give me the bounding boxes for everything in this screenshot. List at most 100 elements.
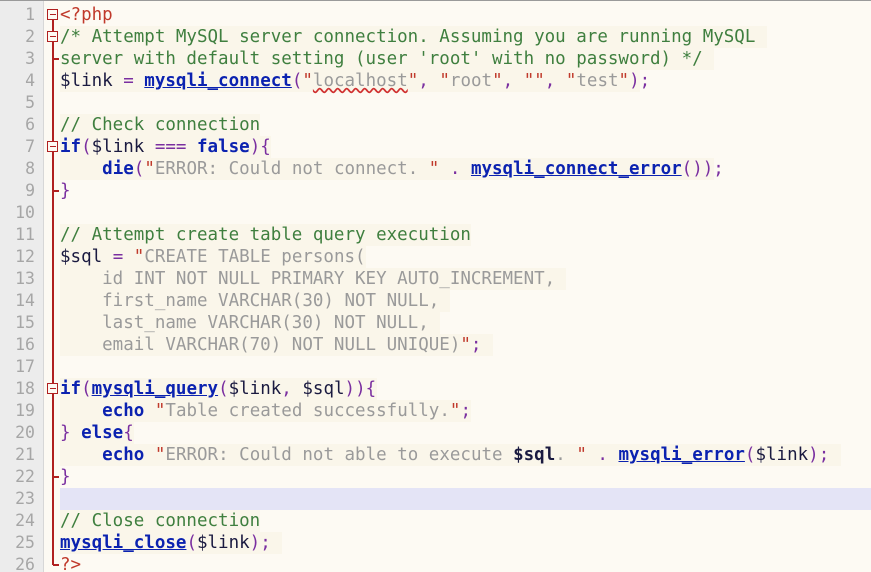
code-token: // Close connection xyxy=(60,511,261,531)
code-token: . xyxy=(555,445,577,465)
code-token: . xyxy=(439,159,471,179)
code-token: ; xyxy=(470,335,482,355)
line-number: 6 xyxy=(25,115,35,134)
code-line[interactable]: /* Attempt MySQL server connection. Assu… xyxy=(60,26,871,48)
code-line[interactable] xyxy=(60,356,871,378)
code-line[interactable]: if($link === false){ xyxy=(60,136,871,158)
code-line[interactable]: echo "Table created successfully."; xyxy=(60,400,871,422)
line-number: 5 xyxy=(25,93,35,112)
fold-collapse-icon[interactable] xyxy=(47,383,58,394)
code-token: localhost xyxy=(312,71,408,91)
code-token: server with default setting (user 'root'… xyxy=(60,49,703,69)
line-number: 13 xyxy=(15,269,35,288)
code-line[interactable]: // Check connection xyxy=(60,114,871,136)
code-token: ); xyxy=(629,71,651,91)
code-token: " xyxy=(449,401,461,421)
code-token: } xyxy=(60,423,82,443)
fold-end-icon xyxy=(53,58,59,60)
line-number: 20 xyxy=(15,423,35,442)
code-token: " xyxy=(460,335,471,355)
code-line[interactable]: $sql = "CREATE TABLE persons( xyxy=(60,246,871,268)
fold-end-icon xyxy=(53,476,59,478)
code-token: " xyxy=(492,71,503,91)
code-token: false xyxy=(197,137,250,157)
code-line[interactable]: mysqli_close($link); xyxy=(60,532,871,554)
code-line[interactable]: first_name VARCHAR(30) NOT NULL, xyxy=(60,290,871,312)
line-number: 26 xyxy=(15,555,35,572)
code-token: echo xyxy=(102,445,145,465)
code-line[interactable]: die("ERROR: Could not connect. " . mysql… xyxy=(60,158,871,180)
line-number: 10 xyxy=(15,203,35,222)
code-text-area[interactable]: <?php/* Attempt MySQL server connection.… xyxy=(60,1,871,572)
code-token: $sql xyxy=(513,445,556,465)
code-line[interactable]: $link = mysqli_connect("localhost", "roo… xyxy=(60,70,871,92)
line-number-gutter[interactable]: 1 2 3 4 5 6 7 8 9 10 11 12 13 14 15 16 17 18 19 20 21 22 23 24 2… xyxy=(0,1,44,572)
code-token: email VARCHAR(70) NOT NULL UNIQUE) xyxy=(60,335,461,355)
code-token: ( xyxy=(186,533,197,553)
code-token: ( xyxy=(81,137,92,157)
code-line[interactable] xyxy=(60,202,871,224)
code-token: ( xyxy=(291,71,303,91)
code-token: } xyxy=(60,181,71,201)
fold-spine-line xyxy=(52,10,54,565)
code-line[interactable]: // Attempt create table query execution xyxy=(60,224,871,246)
code-token: echo xyxy=(102,401,145,421)
code-token: ERROR: Could not able to execute xyxy=(165,445,514,465)
code-line[interactable]: // Close connection xyxy=(60,510,871,532)
code-token: " xyxy=(154,445,166,465)
code-line[interactable]: server with default setting (user 'root'… xyxy=(60,48,871,70)
code-editor[interactable]: 1 2 3 4 5 6 7 8 9 10 11 12 13 14 15 16 17 18 19 20 21 22 23 24 2… xyxy=(0,0,871,572)
code-token: )){ xyxy=(344,379,377,399)
code-line[interactable]: if(mysqli_query($link, $sql)){ xyxy=(60,378,871,400)
code-token: , xyxy=(418,71,440,91)
code-token: test xyxy=(576,71,619,91)
code-line[interactable]: echo "ERROR: Could not able to execute $… xyxy=(60,444,871,466)
code-line[interactable]: email VARCHAR(70) NOT NULL UNIQUE)"; xyxy=(60,334,871,356)
code-line[interactable]: } else{ xyxy=(60,422,871,444)
line-number: 19 xyxy=(15,401,35,420)
code-token: root xyxy=(449,71,493,91)
code-token: " xyxy=(439,71,450,91)
code-token: first_name VARCHAR(30) NOT NULL, xyxy=(60,291,440,311)
code-token: else xyxy=(81,423,124,443)
line-number: 1 xyxy=(25,5,35,24)
code-token: // Check connection xyxy=(60,115,261,135)
code-line[interactable]: id INT NOT NULL PRIMARY KEY AUTO_INCREME… xyxy=(60,268,871,290)
code-line[interactable]: last_name VARCHAR(30) NOT NULL, xyxy=(60,312,871,334)
code-token: "" xyxy=(523,71,545,91)
code-token: if xyxy=(60,137,82,157)
code-line[interactable]: } xyxy=(60,466,871,488)
code-line[interactable]: } xyxy=(60,180,871,202)
fold-collapse-icon[interactable] xyxy=(47,141,58,152)
code-token: $sql xyxy=(302,379,345,399)
code-token: = xyxy=(123,71,145,91)
code-token: ); xyxy=(808,445,830,465)
code-token: ); xyxy=(249,533,271,553)
code-line[interactable]: <?php xyxy=(60,4,871,26)
code-token: die xyxy=(102,159,134,179)
line-number: 21 xyxy=(15,445,35,464)
code-token: , xyxy=(544,71,566,91)
code-token: " xyxy=(618,71,630,91)
line-number: 14 xyxy=(15,291,35,310)
line-number: 22 xyxy=(15,467,35,486)
line-number: 17 xyxy=(15,357,35,376)
code-token: mysqli_query xyxy=(91,379,219,399)
code-line[interactable]: ?> xyxy=(60,554,871,572)
code-line[interactable] xyxy=(60,92,871,114)
code-token: /* Attempt MySQL server connection. Assu… xyxy=(60,27,756,47)
code-token: { xyxy=(123,423,134,443)
fold-collapse-icon[interactable] xyxy=(47,9,58,20)
code-token: ()); xyxy=(681,159,724,179)
code-token: = xyxy=(112,247,134,267)
fold-collapse-icon[interactable] xyxy=(47,31,58,42)
code-line[interactable] xyxy=(60,488,871,510)
line-number: 16 xyxy=(15,335,35,354)
fold-end-icon xyxy=(53,190,59,192)
code-token: <?php xyxy=(60,5,113,25)
code-token: $link xyxy=(196,533,250,553)
code-token: , xyxy=(281,379,303,399)
